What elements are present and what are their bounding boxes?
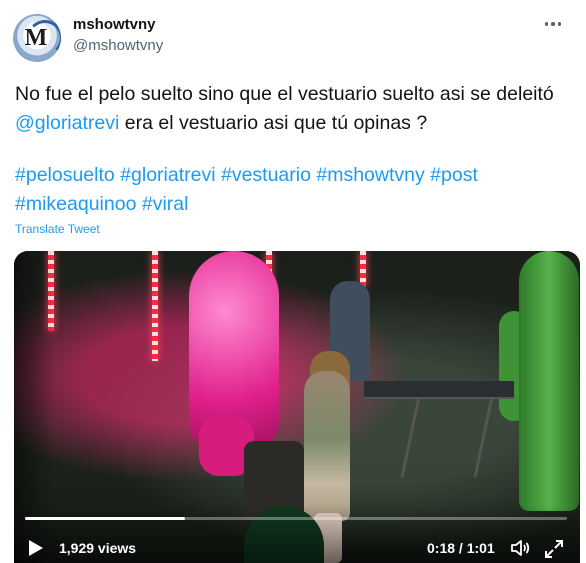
hashtag-list: #pelosuelto #gloriatrevi #vestuario #msh… xyxy=(15,161,580,219)
hashtag-link[interactable]: #vestuario xyxy=(221,164,311,186)
video-progress-fill xyxy=(25,517,185,520)
avatar[interactable]: M xyxy=(13,14,61,62)
tweet-body: No fue el pelo suelto sino que el vestua… xyxy=(15,80,580,138)
avatar-logo-ring xyxy=(27,20,61,56)
play-icon[interactable] xyxy=(29,540,43,556)
view-count: 1,929 views xyxy=(59,540,137,556)
tweet-text-before: No fue el pelo suelto sino que el vestua… xyxy=(15,83,554,105)
video-player[interactable]: 1,929 views 0:18 / 1:01 xyxy=(14,251,580,563)
video-progress-bar[interactable] xyxy=(25,517,567,520)
stage-light xyxy=(360,251,366,287)
user-handle[interactable]: @mshowtvny xyxy=(73,37,163,54)
hashtag-link[interactable]: #mshowtvny xyxy=(316,164,424,186)
stage-light xyxy=(152,251,158,361)
performer-figure xyxy=(304,371,350,521)
hashtag-link[interactable]: #gloriatrevi xyxy=(120,164,215,186)
translate-tweet-link[interactable]: Translate Tweet xyxy=(15,222,100,236)
green-inflatable xyxy=(519,251,579,511)
keyboard-instrument xyxy=(364,381,514,397)
hashtag-link[interactable]: #mikeaquinoo xyxy=(15,193,136,215)
tweet-text-after: era el vestuario asi que tú opinas ? xyxy=(119,112,428,134)
more-icon[interactable] xyxy=(540,14,566,34)
video-time: 0:18 / 1:01 xyxy=(427,540,495,556)
tweet-text: No fue el pelo suelto sino que el vestua… xyxy=(15,80,580,219)
mention-link[interactable]: @gloriatrevi xyxy=(15,112,119,134)
hashtag-link[interactable]: #viral xyxy=(142,193,189,215)
display-name[interactable]: mshowtvny xyxy=(73,16,156,33)
hashtag-link[interactable]: #pelosuelto xyxy=(15,164,115,186)
expand-icon[interactable] xyxy=(544,539,564,559)
hashtag-link[interactable]: #post xyxy=(430,164,478,186)
volume-icon[interactable] xyxy=(510,539,530,557)
